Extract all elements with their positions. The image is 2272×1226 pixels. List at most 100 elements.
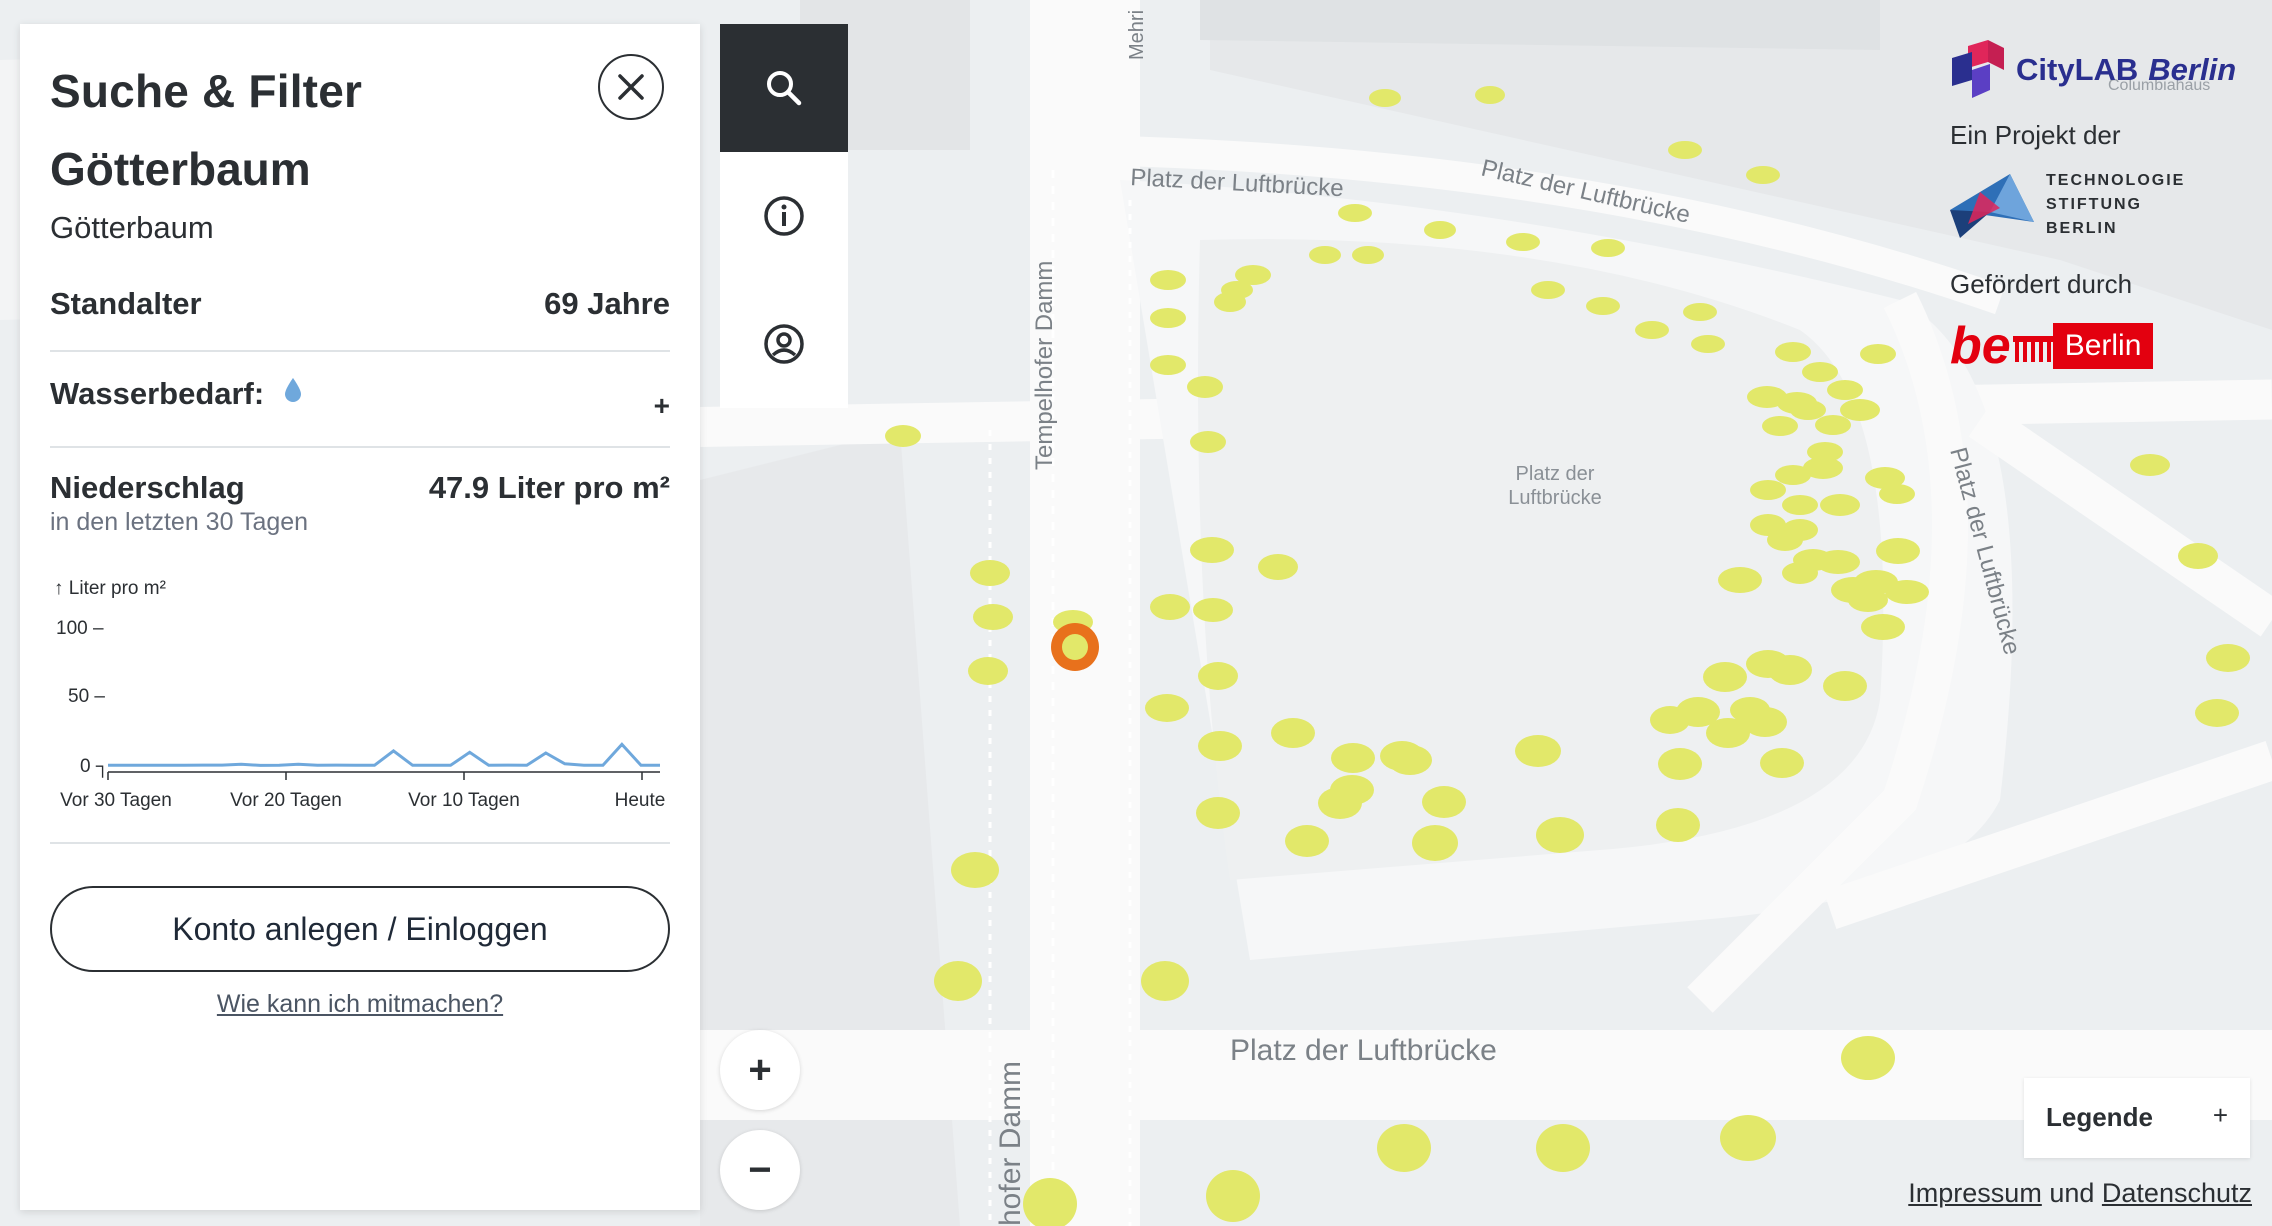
tree-marker[interactable] <box>1885 580 1929 604</box>
tree-marker[interactable] <box>1141 961 1189 1001</box>
tree-marker[interactable] <box>1802 362 1838 382</box>
tree-marker[interactable] <box>1876 538 1920 564</box>
tree-marker[interactable] <box>973 604 1013 630</box>
tree-marker[interactable] <box>1691 335 1725 353</box>
tree-marker[interactable] <box>2130 454 2170 476</box>
tree-marker[interactable] <box>1198 662 1238 690</box>
tree-marker[interactable] <box>970 560 1010 586</box>
tree-marker[interactable] <box>1820 494 1860 516</box>
tree-marker[interactable] <box>1422 786 1466 818</box>
tree-marker[interactable] <box>1635 321 1669 339</box>
tree-marker[interactable] <box>1150 355 1186 375</box>
tree-marker[interactable] <box>1827 380 1863 400</box>
tree-marker[interactable] <box>1388 745 1432 775</box>
tree-marker[interactable] <box>1746 166 1780 184</box>
tree-marker[interactable] <box>1782 562 1818 584</box>
tree-marker[interactable] <box>934 961 982 1001</box>
tree-marker[interactable] <box>1703 662 1747 692</box>
citylab-logo[interactable]: CityLAB Berlin <box>1950 40 2250 100</box>
tree-marker[interactable] <box>2206 644 2250 672</box>
tree-marker[interactable] <box>1861 614 1905 640</box>
water-need-expand[interactable]: + <box>654 390 670 422</box>
close-button[interactable] <box>598 54 664 120</box>
tree-marker[interactable] <box>1190 537 1234 563</box>
tsb-logo[interactable]: TECHNOLOGIE STIFTUNG BERLIN <box>1950 165 2250 245</box>
tree-marker[interactable] <box>1196 797 1240 829</box>
be-berlin-logo[interactable]: be Berlin <box>1950 318 2250 374</box>
tree-marker[interactable] <box>1190 431 1226 453</box>
tree-marker[interactable] <box>1331 743 1375 773</box>
tree-marker[interactable] <box>1352 246 1384 264</box>
tree-marker[interactable] <box>1656 808 1700 842</box>
tree-marker[interactable] <box>1536 817 1584 853</box>
tree-marker[interactable] <box>1683 303 1717 321</box>
tree-marker[interactable] <box>1515 735 1561 767</box>
impressum-link[interactable]: Impressum <box>1908 1178 2042 1208</box>
tree-marker[interactable] <box>1816 550 1860 574</box>
tree-marker[interactable] <box>1536 1124 1590 1172</box>
tree-marker[interactable] <box>1762 416 1798 436</box>
tree-marker[interactable] <box>1150 308 1186 328</box>
tree-marker[interactable] <box>1271 718 1315 748</box>
tree-marker[interactable] <box>1668 141 1702 159</box>
tree-marker[interactable] <box>1285 825 1329 857</box>
tree-marker[interactable] <box>1746 650 1790 678</box>
tree-marker[interactable] <box>1775 342 1811 362</box>
tree-marker[interactable] <box>1586 297 1620 315</box>
tree-marker[interactable] <box>1782 495 1818 515</box>
tree-marker[interactable] <box>1750 480 1786 500</box>
tree-marker[interactable] <box>1790 400 1826 420</box>
datenschutz-link[interactable]: Datenschutz <box>2102 1178 2252 1208</box>
tree-marker[interactable] <box>1206 1170 1260 1222</box>
tree-marker[interactable] <box>1475 86 1505 104</box>
tree-marker[interactable] <box>1318 787 1362 819</box>
tree-marker[interactable] <box>1424 221 1456 239</box>
tree-marker[interactable] <box>951 852 999 888</box>
tree-marker[interactable] <box>1658 748 1702 780</box>
tree-marker[interactable] <box>1369 89 1401 107</box>
tree-marker[interactable] <box>1730 697 1770 723</box>
tree-marker[interactable] <box>1258 554 1298 580</box>
search-button[interactable] <box>720 24 848 152</box>
info-button[interactable] <box>720 152 848 280</box>
tree-marker[interactable] <box>1145 694 1189 722</box>
tree-marker[interactable] <box>1760 748 1804 778</box>
tree-marker[interactable] <box>885 425 921 447</box>
tree-marker[interactable] <box>968 657 1008 685</box>
tree-marker[interactable] <box>1412 825 1458 861</box>
tree-marker[interactable] <box>1338 204 1372 222</box>
tree-marker[interactable] <box>1841 1036 1895 1080</box>
water-need-row[interactable]: Wasserbedarf: + <box>50 376 670 421</box>
tree-marker[interactable] <box>1377 1124 1431 1172</box>
tree-marker[interactable] <box>1309 246 1341 264</box>
tree-marker[interactable] <box>1718 567 1762 593</box>
tree-marker[interactable] <box>2178 543 2218 569</box>
tree-marker[interactable] <box>1591 239 1625 257</box>
tree-marker[interactable] <box>1840 399 1880 421</box>
tree-marker[interactable] <box>1860 344 1896 364</box>
tree-marker[interactable] <box>1775 465 1811 485</box>
minus-icon: − <box>748 1147 772 1192</box>
tree-marker[interactable] <box>1214 292 1246 312</box>
profile-button[interactable] <box>720 280 848 408</box>
tree-marker[interactable] <box>1198 731 1242 761</box>
how-to-participate-link[interactable]: Wie kann ich mitmachen? <box>20 990 700 1019</box>
tree-marker[interactable] <box>1879 484 1915 504</box>
tree-marker[interactable] <box>1193 598 1233 622</box>
zoom-in-button[interactable]: + <box>720 1030 800 1110</box>
zoom-out-button[interactable]: − <box>720 1130 800 1210</box>
tree-marker[interactable] <box>1823 671 1867 701</box>
legend-toggle[interactable]: Legende + <box>2024 1078 2250 1158</box>
tree-marker[interactable] <box>1848 588 1888 612</box>
tree-marker[interactable] <box>1506 233 1540 251</box>
tree-marker[interactable] <box>2195 699 2239 727</box>
tree-marker[interactable] <box>1150 270 1186 290</box>
selected-tree-marker[interactable] <box>1051 623 1099 671</box>
tree-marker[interactable] <box>1531 281 1565 299</box>
account-login-button[interactable]: Konto anlegen / Einloggen <box>50 886 670 972</box>
tree-marker[interactable] <box>1187 376 1223 398</box>
tree-marker[interactable] <box>1767 529 1803 551</box>
tree-marker[interactable] <box>1150 594 1190 620</box>
tree-marker[interactable] <box>1815 415 1851 435</box>
tree-marker[interactable] <box>1720 1115 1776 1161</box>
